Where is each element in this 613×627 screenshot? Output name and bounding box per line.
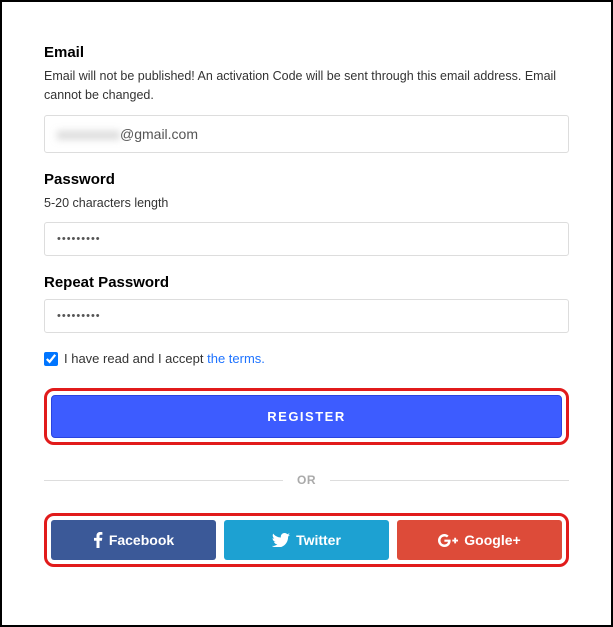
google-plus-label: Google+ bbox=[464, 532, 520, 548]
email-label: Email bbox=[44, 44, 569, 61]
email-field[interactable]: xxxxxxxxx@gmail.com bbox=[44, 115, 569, 153]
facebook-button[interactable]: Facebook bbox=[51, 520, 216, 560]
terms-link[interactable]: the terms. bbox=[207, 351, 265, 366]
social-highlight: Facebook Twitter Google+ bbox=[44, 513, 569, 567]
email-help: Email will not be published! An activati… bbox=[44, 67, 569, 105]
email-value-suffix: @gmail.com bbox=[120, 126, 198, 142]
terms-row: I have read and I accept the terms. bbox=[44, 351, 569, 366]
divider-line-left bbox=[44, 480, 283, 481]
twitter-button[interactable]: Twitter bbox=[224, 520, 389, 560]
password-field[interactable]: ••••••••• bbox=[44, 222, 569, 256]
register-button[interactable]: REGISTER bbox=[51, 395, 562, 438]
repeat-password-group: Repeat Password ••••••••• bbox=[44, 274, 569, 333]
facebook-label: Facebook bbox=[109, 532, 174, 548]
divider-line-right bbox=[330, 480, 569, 481]
email-group: Email Email will not be published! An ac… bbox=[44, 44, 569, 153]
password-label: Password bbox=[44, 171, 569, 188]
facebook-icon bbox=[93, 532, 103, 548]
or-divider: OR bbox=[44, 473, 569, 487]
repeat-password-field[interactable]: ••••••••• bbox=[44, 299, 569, 333]
register-highlight: REGISTER bbox=[44, 388, 569, 445]
google-plus-button[interactable]: Google+ bbox=[397, 520, 562, 560]
terms-label: I have read and I accept the terms. bbox=[64, 351, 265, 366]
password-help: 5-20 characters length bbox=[44, 194, 569, 213]
password-group: Password 5-20 characters length ••••••••… bbox=[44, 171, 569, 257]
divider-text: OR bbox=[283, 473, 330, 487]
repeat-password-label: Repeat Password bbox=[44, 274, 569, 291]
terms-checkbox[interactable] bbox=[44, 352, 58, 366]
google-plus-icon bbox=[438, 534, 458, 547]
twitter-label: Twitter bbox=[296, 532, 341, 548]
registration-form: Email Email will not be published! An ac… bbox=[2, 2, 611, 597]
twitter-icon bbox=[272, 533, 290, 547]
social-row: Facebook Twitter Google+ bbox=[51, 520, 562, 560]
